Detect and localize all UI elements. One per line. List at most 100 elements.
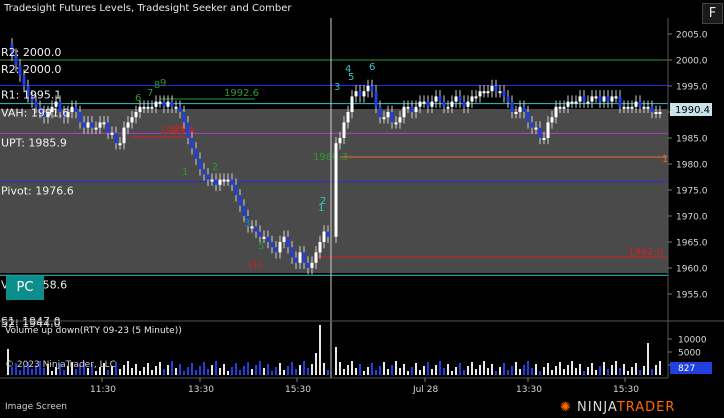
volume-bar — [263, 368, 265, 375]
chart-canvas[interactable]: 1992.61985.81980.31962.01 12356789123456… — [0, 0, 724, 398]
seeker-number-red: (2) — [170, 124, 184, 135]
copyright-text: © 2023 NinjaTrader, LLC — [5, 360, 116, 370]
volume-bar — [635, 363, 637, 375]
time-axis: 11:30 13:30 15:30 Jul 28 13:30 15:30 — [90, 378, 639, 395]
volume-bar — [383, 362, 385, 375]
price-bar — [374, 91, 378, 107]
price-bar — [366, 86, 370, 92]
price-bar — [518, 106, 522, 112]
volume-bar — [639, 370, 641, 375]
price-bar — [110, 132, 114, 135]
price-bar — [562, 106, 566, 109]
price-bar — [566, 101, 570, 107]
volume-bar — [355, 368, 357, 375]
volume-bar — [343, 369, 345, 375]
volume-bar — [379, 366, 381, 375]
price-bar — [490, 86, 494, 92]
volume-bar — [183, 371, 185, 375]
price-bar — [266, 236, 270, 242]
price-bar — [390, 112, 394, 123]
ninjatrader-chart-window: Tradesight Futures Levels, Tradesight Se… — [0, 0, 724, 418]
price-bar — [254, 226, 258, 232]
volume-tick-label: 5000 — [678, 349, 701, 359]
volume-bar — [547, 363, 549, 375]
price-bar — [138, 106, 142, 112]
price-bar — [454, 96, 458, 102]
volume-bar — [627, 371, 629, 375]
price-bar — [298, 252, 302, 263]
volume-bar — [575, 368, 577, 375]
price-bar — [282, 236, 286, 242]
price-bar — [94, 127, 98, 130]
price-bar — [290, 247, 294, 258]
price-bar — [410, 106, 414, 112]
volume-bar — [395, 361, 397, 375]
volume-bar — [267, 364, 269, 375]
level-annotation: 1962.0 — [628, 247, 663, 258]
volume-bar — [143, 367, 145, 375]
price-bar — [74, 106, 78, 112]
price-bar — [474, 96, 478, 99]
price-bar — [198, 158, 202, 170]
volume-bar — [247, 362, 249, 375]
price-bar — [190, 138, 194, 149]
price-bar — [610, 96, 614, 102]
price-bar — [326, 231, 330, 237]
volume-bar — [503, 363, 505, 375]
volume-bar — [559, 362, 561, 375]
price-bar — [650, 106, 654, 112]
volume-bar — [275, 367, 277, 375]
volume-bar — [491, 364, 493, 375]
pc-button[interactable]: PC — [6, 276, 44, 300]
volume-bar — [483, 361, 485, 375]
volume-bar — [231, 367, 233, 375]
volume-bar — [599, 366, 601, 375]
volume-bar — [63, 370, 65, 375]
volume-bar — [443, 368, 445, 375]
price-tick-label: 1960.0 — [676, 265, 708, 275]
time-tick-label: Jul 28 — [412, 385, 438, 395]
price-bar — [602, 96, 606, 102]
seeker-number-green: 5 — [258, 241, 264, 252]
price-bar — [158, 101, 162, 104]
volume-bar — [363, 371, 365, 375]
volume-bar — [591, 363, 593, 375]
volume-bar — [471, 362, 473, 375]
volume-bar — [423, 366, 425, 375]
volume-bar — [563, 369, 565, 375]
time-tick-label: 15:30 — [613, 385, 639, 395]
volume-bar — [287, 366, 289, 375]
price-bar — [234, 184, 238, 196]
price-bar — [382, 117, 386, 120]
seeker-number-green: 9 — [160, 78, 166, 89]
volume-current-value: 827 — [678, 364, 695, 374]
price-bar — [630, 106, 634, 109]
price-bar — [558, 106, 562, 109]
ninjatrader-logo: ✺ NINJATRADER — [560, 400, 676, 415]
price-bar — [638, 101, 642, 107]
price-tick-label: 1970.0 — [676, 213, 708, 223]
volume-tick-label: 10000 — [678, 336, 707, 346]
price-bar — [538, 127, 542, 138]
seeker-number-green: 7 — [147, 88, 153, 99]
volume-bar — [159, 362, 161, 375]
price-bar — [446, 106, 450, 109]
volume-bar — [459, 363, 461, 375]
volume-bar — [107, 370, 109, 375]
volume-panel-title: Volume up down(RTY 09-23 (5 Minute)) — [5, 326, 182, 336]
volume-bar — [347, 365, 349, 375]
price-bar — [242, 205, 246, 216]
image-screen-label: Image Screen — [5, 402, 67, 412]
price-bar — [126, 122, 130, 128]
price-bar — [22, 75, 26, 86]
price-bar — [70, 106, 74, 112]
price-bar — [342, 122, 346, 138]
price-bar — [466, 101, 470, 107]
volume-bar — [487, 368, 489, 375]
price-bar — [186, 122, 190, 138]
price-bar — [606, 96, 610, 102]
price-bar — [614, 96, 618, 99]
volume-bar — [535, 364, 537, 375]
price-bar — [594, 96, 598, 99]
price-bar — [286, 236, 290, 248]
